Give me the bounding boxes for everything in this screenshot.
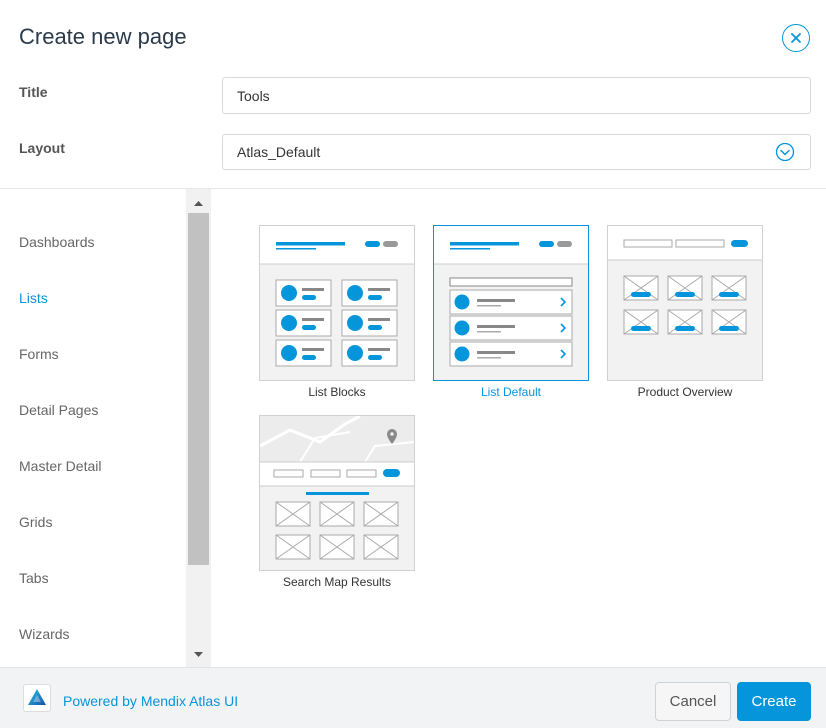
title-input[interactable]	[222, 77, 811, 114]
sidebar-item-lists[interactable]: Lists	[19, 290, 48, 306]
sidebar-item-master-detail[interactable]: Master Detail	[19, 458, 101, 474]
sidebar-item-forms[interactable]: Forms	[19, 346, 59, 362]
category-sidebar: Dashboards Lists Forms Detail Pages Mast…	[0, 189, 186, 667]
mendix-atlas-logo-icon	[23, 684, 51, 712]
create-button[interactable]: Create	[737, 682, 811, 721]
template-label: Search Map Results	[282, 575, 392, 589]
template-search-map-results[interactable]: Search Map Results	[259, 415, 415, 589]
template-list-default[interactable]: List Default	[433, 225, 589, 399]
sidebar-item-wizards[interactable]: Wizards	[19, 626, 70, 642]
template-label: List Default	[480, 385, 542, 399]
create-page-dialog: Create new page Title Layout Atlas_Defau…	[0, 0, 826, 728]
sidebar-scrollbar[interactable]	[186, 189, 211, 667]
sidebar-item-grids[interactable]: Grids	[19, 514, 52, 530]
layout-label: Layout	[19, 140, 65, 156]
dialog-title: Create new page	[19, 24, 187, 49]
cancel-button[interactable]: Cancel	[655, 682, 731, 721]
powered-by-link[interactable]: Powered by Mendix Atlas UI	[63, 693, 238, 709]
product-overview-thumbnail	[607, 225, 763, 381]
list-default-thumbnail	[433, 225, 589, 381]
sidebar-item-tabs[interactable]: Tabs	[19, 570, 49, 586]
template-product-overview[interactable]: Product Overview	[607, 225, 763, 399]
close-button[interactable]	[782, 24, 810, 52]
layout-select[interactable]: Atlas_Default	[222, 134, 811, 170]
close-icon	[791, 33, 801, 43]
sidebar-item-detail-pages[interactable]: Detail Pages	[19, 402, 98, 418]
sidebar-item-dashboards[interactable]: Dashboards	[19, 234, 95, 250]
layout-select-value: Atlas_Default	[237, 144, 321, 160]
template-label: List Blocks	[308, 385, 366, 399]
template-list-blocks[interactable]: List Blocks	[259, 225, 415, 399]
template-label: Product Overview	[637, 385, 733, 399]
dialog-footer: Powered by Mendix Atlas UI Cancel Create	[0, 667, 826, 728]
list-blocks-thumbnail	[259, 225, 415, 381]
title-label: Title	[19, 84, 48, 100]
scrollbar-thumb[interactable]	[188, 213, 209, 565]
chevron-down-icon	[775, 142, 795, 162]
scroll-down-arrow-icon[interactable]	[186, 645, 211, 665]
scroll-up-arrow-icon[interactable]	[186, 193, 211, 213]
search-map-results-thumbnail	[259, 415, 415, 571]
